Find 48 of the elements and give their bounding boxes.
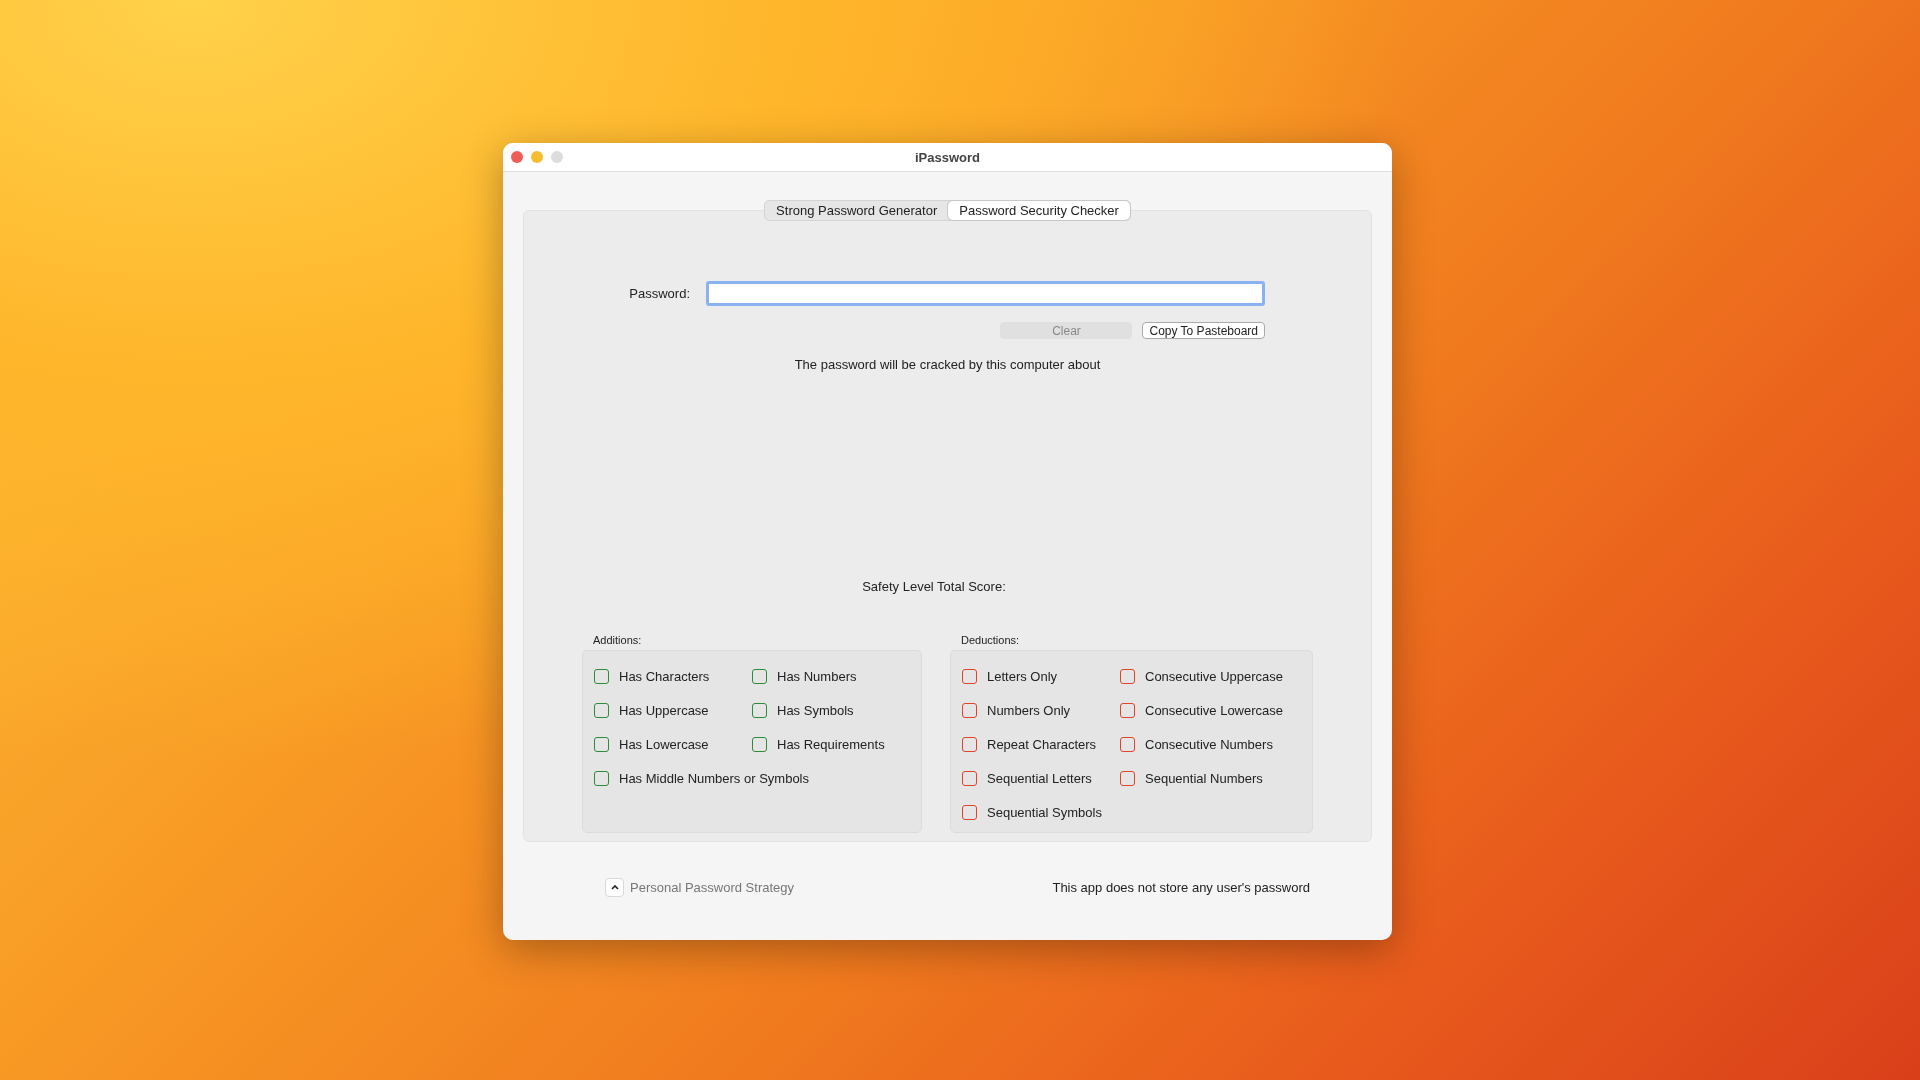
checkbox[interactable] (1120, 702, 1135, 718)
disclosure-button[interactable] (605, 878, 624, 897)
checkbox-label: Sequential Symbols (987, 804, 1102, 820)
checkbox-label: Consecutive Lowercase (1145, 702, 1284, 718)
checkbox[interactable] (1120, 668, 1135, 684)
tab[interactable]: Strong Password Generator (765, 201, 949, 220)
checkbox[interactable] (962, 668, 977, 684)
checkbox[interactable] (594, 736, 609, 752)
password-label: Password: (628, 286, 690, 301)
crack-time-message: The password will be cracked by this computer about (794, 357, 1101, 372)
checkbox-label: Has Requirements (777, 736, 885, 752)
checkbox-label: Letters Only (987, 668, 1058, 684)
window-title: iPassword (914, 149, 981, 165)
disclosure-label: Personal Password Strategy (630, 880, 795, 895)
group-label: Additions: (592, 634, 643, 646)
checkbox-label: Has Lowercase (619, 736, 709, 752)
checkbox[interactable] (594, 702, 609, 718)
checkbox[interactable] (594, 668, 609, 684)
checkbox[interactable] (752, 736, 767, 752)
checkbox[interactable] (962, 804, 977, 820)
checkbox[interactable] (594, 770, 609, 786)
checkbox[interactable] (962, 770, 977, 786)
password-field[interactable] (706, 281, 1265, 306)
minimize-button[interactable] (531, 151, 543, 163)
checkbox-label: Has Symbols (777, 702, 854, 718)
checkbox[interactable] (1120, 736, 1135, 752)
checkbox-label: Repeat Characters (987, 736, 1097, 752)
close-button[interactable] (511, 151, 523, 163)
checkbox-label: Consecutive Uppercase (1145, 668, 1284, 684)
checkbox-label: Has Numbers (777, 668, 857, 684)
group-label: Deductions: (960, 634, 1021, 646)
tab[interactable]: Password Security Checker (948, 201, 1130, 220)
checkbox[interactable] (1120, 770, 1135, 786)
checkbox-label: Consecutive Numbers (1145, 736, 1273, 752)
caret-icon (609, 884, 620, 891)
privacy-note: This app does not store any user's password (1052, 880, 1310, 895)
checkbox-label: Sequential Numbers (1145, 770, 1263, 786)
checkbox[interactable] (752, 668, 767, 684)
checkbox-label: Has Uppercase (619, 702, 709, 718)
checkbox-label: Has Characters (619, 668, 710, 684)
copy-button[interactable]: Copy To Pasteboard (1142, 322, 1265, 339)
checkbox-label: Has Middle Numbers or Symbols (619, 770, 809, 786)
score-label: Safety Level Total Score: (862, 579, 1006, 594)
checkbox[interactable] (752, 702, 767, 718)
checkbox-label: Sequential Letters (987, 770, 1092, 786)
checkbox[interactable] (962, 702, 977, 718)
checkbox[interactable] (962, 736, 977, 752)
checkbox-label: Numbers Only (987, 702, 1071, 718)
